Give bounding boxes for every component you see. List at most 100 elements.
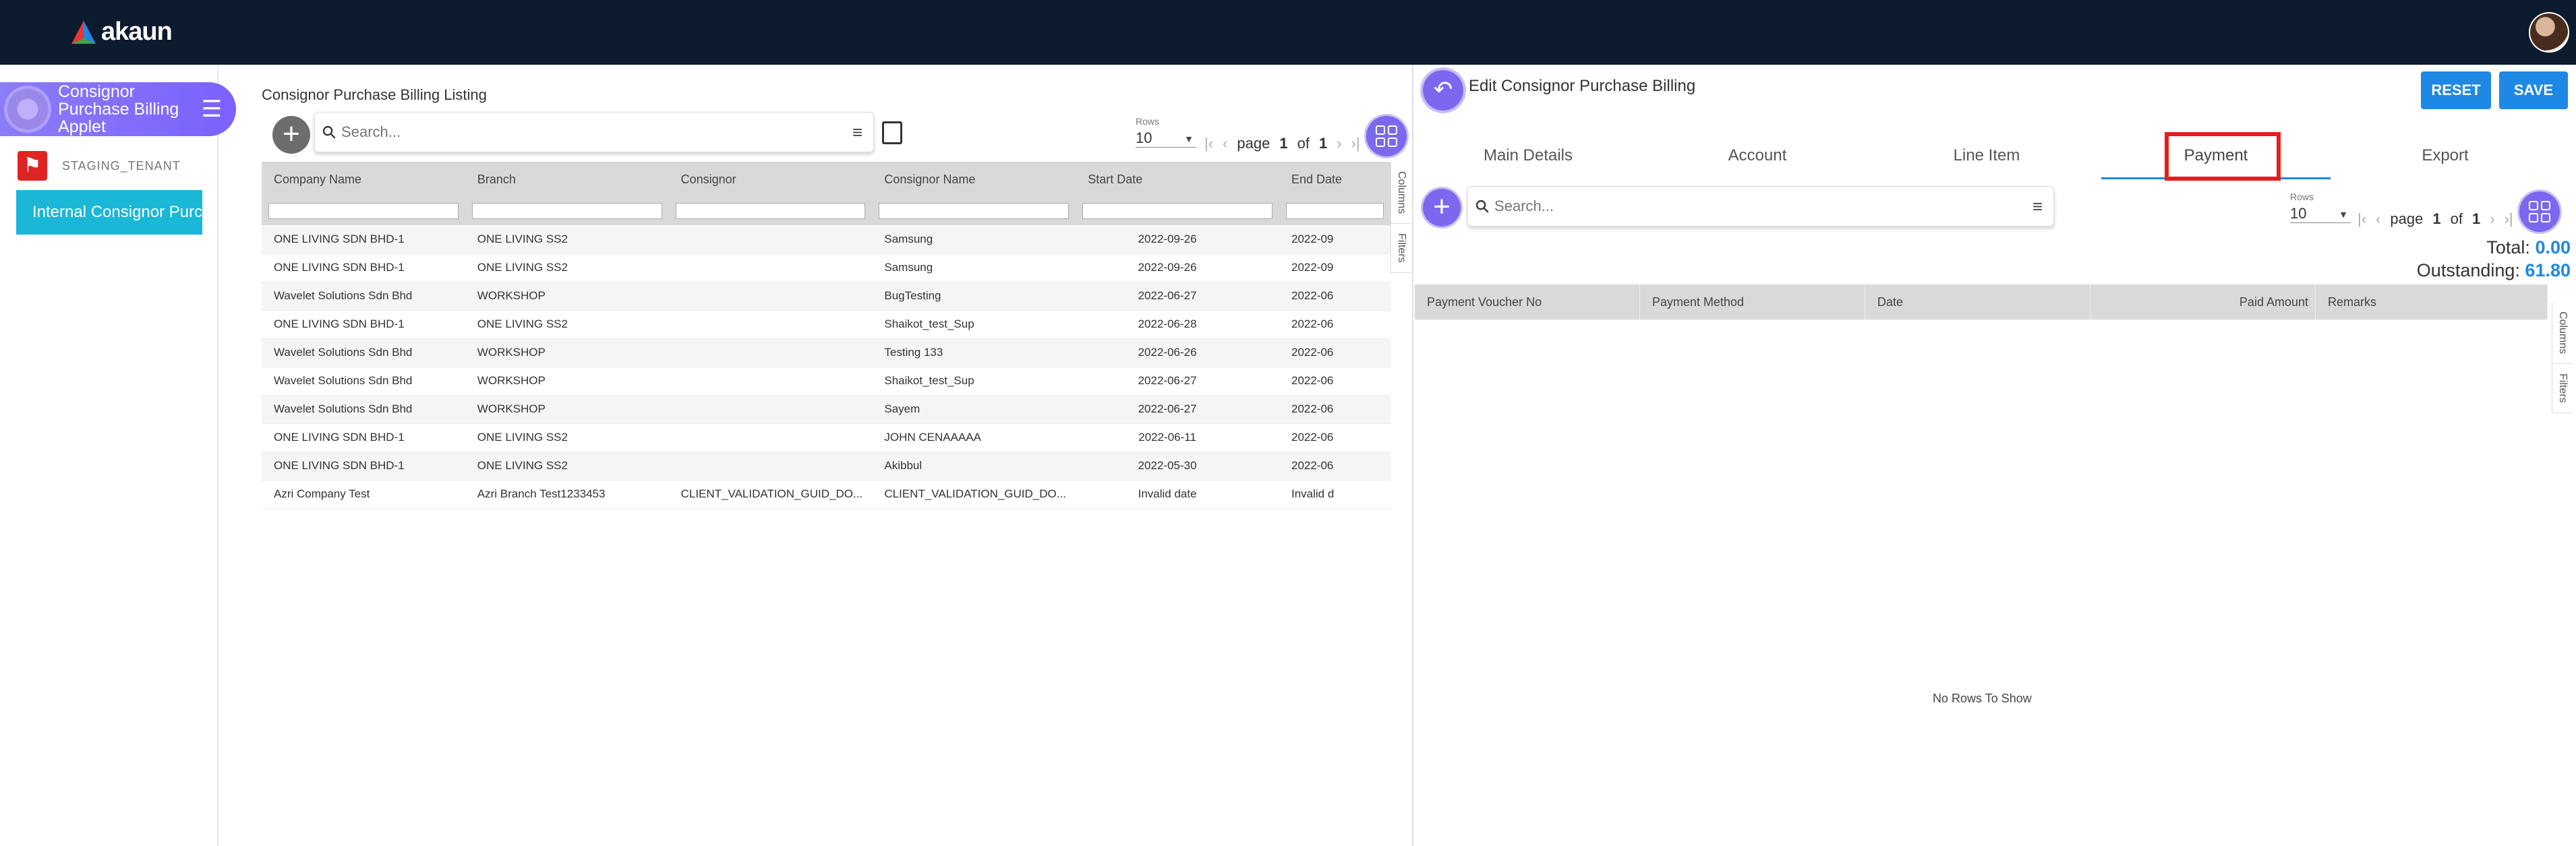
table-row[interactable]: ONE LIVING SDN BHD-1 ONE LIVING SS2 Samsun… [262, 225, 1391, 254]
tab-account[interactable]: Account [1643, 132, 1872, 179]
column-header[interactable]: Date [1865, 284, 2090, 320]
next-page-icon[interactable]: › [2490, 210, 2494, 228]
app-logo[interactable]: akaun [70, 18, 173, 47]
table-cell [668, 423, 873, 452]
table-cell: BugTesting [872, 282, 1076, 311]
first-page-icon[interactable]: |‹ [2358, 210, 2366, 228]
table-cell: ONE LIVING SS2 [465, 253, 669, 282]
table-cell: 2022-06-27 [1076, 282, 1279, 311]
user-avatar[interactable] [2529, 12, 2569, 53]
applet-image [4, 86, 51, 133]
table-cell: 2022-09-26 [1076, 225, 1279, 254]
prev-page-icon[interactable]: ‹ [1223, 135, 1227, 152]
column-filter-cell [465, 197, 669, 225]
filters-side-tab[interactable]: Filters [2552, 364, 2573, 413]
column-filter-input[interactable] [675, 203, 866, 219]
applet-title: Consignor Purchase Billing Applet [58, 82, 179, 136]
table-row[interactable]: Azri Company Test Azri Branch Test1233453… [262, 480, 1391, 509]
table-cell: 2022-06-26 [1076, 338, 1279, 367]
total-display: Total: 0.00 [2486, 237, 2571, 258]
grid-view-button[interactable] [1366, 116, 1407, 156]
column-header[interactable]: Consignor [668, 162, 873, 197]
table-row[interactable]: Wavelet Solutions Sdn Bhd WORKSHOP Sayem 20… [262, 395, 1391, 424]
tenant-name: STAGING_TENANT [62, 158, 181, 173]
table-cell: CLIENT_VALIDATION_GUID_DO... [668, 480, 873, 509]
tab-line-item[interactable]: Line Item [1872, 132, 2101, 179]
add-button[interactable]: + [272, 116, 310, 154]
column-header[interactable]: End Date [1279, 162, 1391, 197]
table-cell: ONE LIVING SDN BHD-1 [262, 225, 465, 254]
tenant-row[interactable]: ⚑ STAGING_TENANT [18, 151, 181, 181]
table-cell: ONE LIVING SS2 [465, 423, 669, 452]
save-button[interactable]: SAVE [2499, 71, 2568, 109]
table-cell: 2022-06 [1279, 395, 1391, 424]
column-header[interactable]: Company Name [262, 162, 465, 197]
reset-button[interactable]: RESET [2421, 71, 2491, 109]
column-filter-input[interactable] [1285, 203, 1384, 219]
tab-main-details[interactable]: Main Details [1413, 132, 1643, 179]
table-row[interactable]: Wavelet Solutions Sdn Bhd WORKSHOP Shaikot… [262, 367, 1391, 396]
listing-search-input[interactable] [336, 123, 852, 141]
column-header[interactable]: Start Date [1076, 162, 1279, 197]
top-bar: akaun [0, 0, 2576, 65]
columns-side-tab[interactable]: Columns [2552, 302, 2573, 365]
filter-icon[interactable]: ≡ [852, 122, 862, 143]
tab-export[interactable]: Export [2331, 132, 2560, 179]
table-cell: 2022-05-30 [1076, 452, 1279, 481]
copy-icon[interactable] [882, 121, 902, 144]
rows-per-page-select[interactable]: Rows 10 ▼ [1136, 116, 1196, 148]
first-page-icon[interactable]: |‹ [1204, 135, 1213, 152]
logo-text: akaun [101, 18, 173, 46]
back-button[interactable]: ↶ [1423, 70, 1463, 111]
column-header[interactable]: Branch [465, 162, 669, 197]
grid-icon [1376, 125, 1397, 147]
payment-rows-per-page-select[interactable]: Rows 10 ▼ [2290, 191, 2351, 223]
table-cell: CLIENT_VALIDATION_GUID_DO... [872, 480, 1076, 509]
payment-search-input[interactable] [1489, 198, 2032, 215]
applet-card[interactable]: Consignor Purchase Billing Applet ☰ [0, 82, 236, 136]
table-cell: ONE LIVING SDN BHD-1 [262, 253, 465, 282]
column-header[interactable]: Payment Method [1640, 284, 1865, 320]
table-row[interactable]: ONE LIVING SDN BHD-1 ONE LIVING SS2 Akibbu… [262, 452, 1391, 481]
table-row[interactable]: ONE LIVING SDN BHD-1 ONE LIVING SS2 Shaiko… [262, 310, 1391, 339]
table-cell [668, 282, 873, 311]
table-cell: 2022-06-27 [1076, 367, 1279, 396]
table-cell: WORKSHOP [465, 395, 669, 424]
internal-consignor-button[interactable]: Internal Consignor Purchase Billing [16, 190, 202, 235]
table-row[interactable]: Wavelet Solutions Sdn Bhd WORKSHOP BugTest… [262, 282, 1391, 311]
table-cell: ONE LIVING SDN BHD-1 [262, 310, 465, 339]
menu-toggle-icon[interactable]: ☰ [197, 94, 227, 124]
table-cell: 2022-09 [1279, 225, 1391, 254]
page-current: 1 [2432, 210, 2441, 227]
table-row[interactable]: ONE LIVING SDN BHD-1 ONE LIVING SS2 Samsun… [262, 253, 1391, 282]
column-header[interactable]: Paid Amount [2090, 284, 2316, 320]
outstanding-display: Outstanding: 61.80 [2417, 260, 2571, 281]
next-page-icon[interactable]: › [1337, 135, 1341, 152]
page-of: of [2450, 210, 2463, 227]
column-header[interactable]: Payment Voucher No [1415, 284, 1640, 320]
last-page-icon[interactable]: ›| [2505, 210, 2513, 228]
column-filter-input[interactable] [471, 203, 662, 219]
column-header[interactable]: Consignor Name [872, 162, 1076, 197]
table-row[interactable]: ONE LIVING SDN BHD-1 ONE LIVING SS2 JOHN C… [262, 423, 1391, 452]
column-filter-input[interactable] [268, 203, 459, 219]
add-payment-button[interactable]: + [1423, 189, 1461, 226]
table-cell: Wavelet Solutions Sdn Bhd [262, 367, 465, 396]
prev-page-icon[interactable]: ‹ [2376, 210, 2380, 228]
table-row[interactable]: Wavelet Solutions Sdn Bhd WORKSHOP Testing… [262, 338, 1391, 367]
page-current: 1 [1279, 135, 1288, 152]
last-page-icon[interactable]: ›| [1351, 135, 1360, 152]
column-filter-input[interactable] [879, 203, 1070, 219]
payment-grid-view-button[interactable] [2519, 191, 2560, 232]
table-cell: ONE LIVING SS2 [465, 310, 669, 339]
column-filter-cell [262, 197, 465, 225]
listing-table: Company Name Branch Consignor Consignor … [262, 162, 1391, 509]
table-cell: 2022-09 [1279, 253, 1391, 282]
filter-icon[interactable]: ≡ [2032, 196, 2043, 217]
columns-side-tab[interactable]: Columns [1391, 162, 1411, 224]
filters-side-tab[interactable]: Filters [1391, 224, 1411, 273]
table-cell: Samsung [872, 253, 1076, 282]
column-header[interactable]: Remarks [2316, 284, 2548, 320]
table-cell [668, 225, 873, 254]
column-filter-input[interactable] [1082, 203, 1272, 219]
